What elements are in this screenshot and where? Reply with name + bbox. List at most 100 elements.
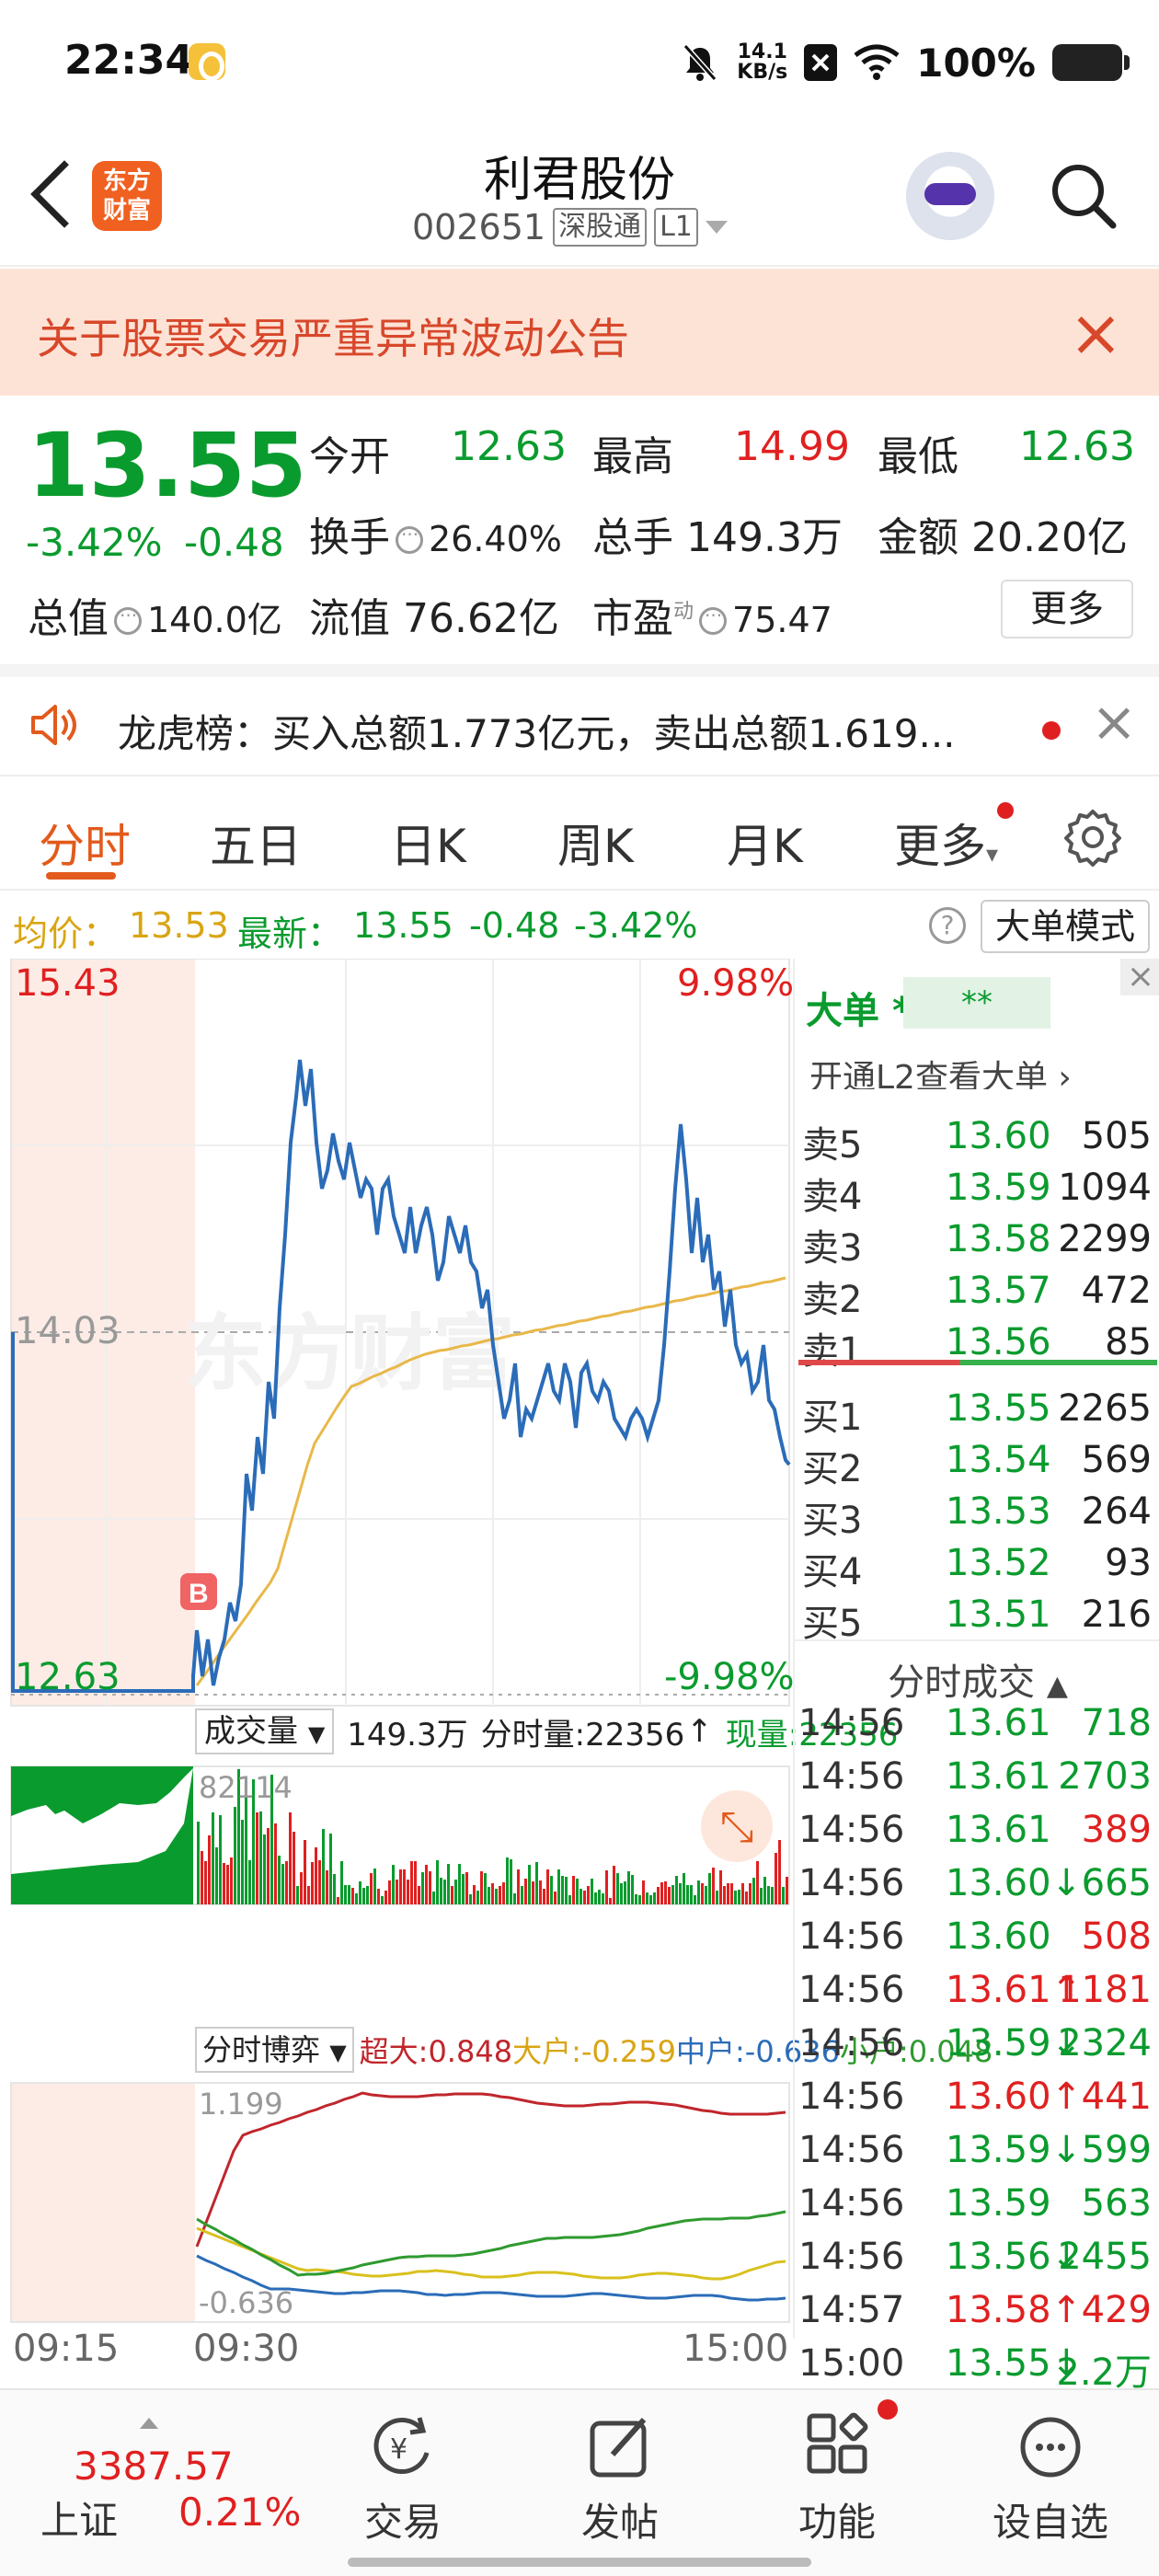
volume-bar: [602, 1893, 604, 1904]
nav-function[interactable]: 功能: [763, 2410, 911, 2547]
volume-bar: [513, 1893, 516, 1904]
volume-bar: [598, 1890, 601, 1904]
ask-row[interactable]: 卖2 13.57 472: [802, 1270, 1159, 1321]
chevron-down-icon: ▾: [986, 841, 999, 868]
assistant-robot-icon[interactable]: [906, 152, 994, 240]
volume-bar: [215, 1847, 218, 1904]
bid-row[interactable]: 买2 13.54 569: [802, 1439, 1159, 1490]
volume-bar: [403, 1869, 406, 1904]
nav-watchlist-label: 设自选: [992, 2500, 1108, 2545]
float-item: 流值 76.62亿: [309, 585, 559, 644]
ask-level: 卖1: [802, 1330, 863, 1373]
volume-bar: [565, 1877, 568, 1904]
volume-bar: [683, 1873, 685, 1904]
volume-bar: [418, 1886, 420, 1904]
stock-code-row[interactable]: 002651 深股通 L1: [412, 207, 728, 247]
buy-marker: B: [189, 1579, 209, 1609]
tab-weekly-k[interactable]: 周K: [557, 810, 634, 876]
chevron-down-icon: [705, 221, 728, 234]
volume-bar: [690, 1885, 693, 1904]
close-icon[interactable]: ×: [1091, 690, 1137, 754]
volume-bar: [741, 1883, 744, 1904]
mktcap-item[interactable]: 总值 140.0亿: [28, 585, 282, 644]
volume-bar: [304, 1840, 306, 1904]
ticks-header[interactable]: 分时成交 ▲: [795, 1639, 1159, 1706]
volume-bar: [348, 1885, 350, 1904]
volume-bar: [432, 1892, 435, 1904]
nav-post[interactable]: 发帖: [546, 2410, 694, 2547]
expand-up-icon[interactable]: [140, 2418, 158, 2429]
home-indicator[interactable]: [348, 2558, 811, 2567]
game-indicator-select[interactable]: 分时博弈 ▼: [195, 2027, 354, 2073]
up-arrow-icon: ↑: [686, 1713, 713, 1750]
dragon-tiger-text[interactable]: 龙虎榜：买入总额1.773亿元，卖出总额1.619...: [118, 703, 956, 759]
tab-monthly-k[interactable]: 月K: [727, 810, 803, 876]
help-icon[interactable]: ?: [929, 907, 966, 944]
close-icon[interactable]: ×: [1120, 959, 1159, 995]
volume-bar: [616, 1873, 619, 1904]
high-label: 最高: [592, 433, 673, 480]
bid-price: 13.53: [946, 1490, 1051, 1533]
big-order-line: [196, 2226, 786, 2281]
volume-bar: [454, 1880, 457, 1904]
announcement-banner[interactable]: 关于股票交易严重异常波动公告 ×: [0, 269, 1159, 396]
index-name[interactable]: 上证: [40, 2490, 118, 2546]
index-value[interactable]: 3387.57: [74, 2444, 234, 2489]
nav-watchlist[interactable]: 设自选: [977, 2410, 1124, 2547]
close-icon[interactable]: ×: [1069, 296, 1123, 370]
volume-indicator-select[interactable]: 成交量 ▼: [195, 1708, 335, 1754]
gear-icon[interactable]: [1063, 808, 1122, 867]
volume-bar: [326, 1870, 328, 1904]
volume-bar: [344, 1885, 347, 1904]
tab-intraday[interactable]: 分时: [39, 810, 131, 876]
dragon-tiger-bar[interactable]: 龙虎榜：买入总额1.773亿元，卖出总额1.619... ×: [0, 664, 1159, 776]
ask-price: 13.59: [946, 1167, 1051, 1209]
announcement-text[interactable]: 关于股票交易严重异常波动公告: [37, 305, 629, 366]
volume-bar: [259, 1811, 262, 1904]
more-button[interactable]: 更多: [1001, 580, 1133, 638]
volume-bar: [458, 1864, 461, 1904]
volume-bar: [281, 1864, 284, 1904]
pe-item[interactable]: 市盈动 75.47: [592, 585, 832, 644]
volume-bar: [587, 1886, 590, 1904]
ask-row[interactable]: 卖3 13.58 2299: [802, 1218, 1159, 1270]
volume-bar: [730, 1883, 733, 1904]
volume-bar: [333, 1874, 336, 1904]
bid-row[interactable]: 买3 13.53 264: [802, 1490, 1159, 1542]
volume-bar: [694, 1895, 696, 1904]
volume-bar: [624, 1881, 626, 1904]
volume-bar: [539, 1880, 542, 1904]
search-icon[interactable]: [1049, 161, 1117, 229]
tab-daily-k[interactable]: 日K: [390, 810, 466, 876]
volume-bar: [355, 1893, 358, 1904]
turnover-item[interactable]: 换手 26.40%: [309, 504, 562, 563]
intraday-chart[interactable]: 东方财富 B 15.43 9.98% 14.03 12.63 -9.98% 成交…: [0, 959, 993, 2370]
volume-bar: [219, 1815, 222, 1904]
volume-bar: [499, 1886, 501, 1904]
bid-row[interactable]: 买5 13.51 216: [802, 1593, 1159, 1645]
tab-more[interactable]: 更多▾: [894, 810, 998, 876]
hidden-info-icon: [396, 518, 423, 554]
bid-row[interactable]: 买4 13.52 93: [802, 1542, 1159, 1593]
tick-price: 13.61: [946, 1702, 1051, 1744]
expand-icon[interactable]: ⤡: [701, 1790, 773, 1862]
volume-bar: [594, 1892, 597, 1904]
tab-five-day[interactable]: 五日: [210, 810, 302, 876]
big-order-mode-button[interactable]: 大单模式: [981, 900, 1150, 953]
ask-qty: 85: [1105, 1321, 1152, 1363]
ask-level: 卖5: [802, 1124, 863, 1167]
ask-row[interactable]: 卖4 13.59 1094: [802, 1167, 1159, 1218]
ask-row[interactable]: 卖5 13.60 505: [802, 1115, 1159, 1167]
l2-upgrade-link[interactable]: 开通L2查看大单 ›: [809, 1051, 1072, 1089]
game-label: 分时博弈: [202, 2032, 321, 2067]
volume-bar: [701, 1883, 704, 1904]
volume-bar: [351, 1888, 354, 1904]
index-change[interactable]: 0.21%: [178, 2490, 301, 2535]
nfc-icon: [804, 44, 838, 81]
big-order-box: **: [903, 977, 1050, 1029]
volume-bar: [517, 1869, 520, 1904]
volume-bar: [561, 1876, 564, 1904]
volume-bar: [443, 1880, 446, 1904]
bid-row[interactable]: 买1 13.55 2265: [802, 1387, 1159, 1439]
nav-trade[interactable]: ¥ 交易: [329, 2410, 476, 2547]
